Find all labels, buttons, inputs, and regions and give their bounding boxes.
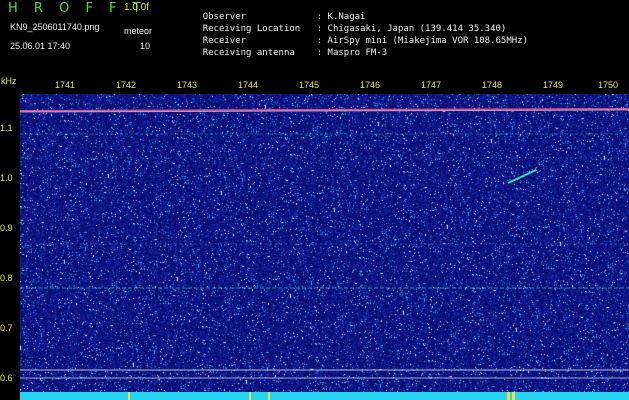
time-tick-label: 1746: [360, 80, 381, 90]
filename-label: KN9_2506011740.png: [10, 22, 100, 32]
frequency-tick-label: 0.9: [0, 223, 13, 233]
mode-label: meteor: [124, 26, 153, 36]
time-tick-label: 1748: [482, 80, 503, 90]
time-tick-label: 1750: [598, 80, 619, 90]
info-label: Receiving antenna: [202, 48, 295, 58]
frequency-tick-label: 1.1: [0, 123, 13, 133]
mode-value: 10: [140, 41, 151, 51]
signal-level-bar: [20, 392, 629, 400]
time-tick-label: 1744: [238, 80, 259, 90]
time-tick-label: 1742: [116, 80, 137, 90]
info-value: : Maspro FM-3: [316, 48, 388, 58]
signal-level-marks: [128, 392, 515, 400]
spectrogram-overlay: [20, 108, 629, 379]
spectrogram: [20, 94, 629, 400]
time-tick-label: 1741: [55, 80, 76, 90]
level-mark: [507, 392, 510, 400]
time-tick-label: 1745: [299, 80, 320, 90]
frequency-unit-label: kHz: [1, 76, 17, 86]
frequency-tick-label: 0.7: [0, 323, 13, 333]
header-panel: H R O F F T 1.0.0f KN9_2506011740.png me…: [0, 0, 629, 76]
time-tick-label: 1749: [543, 80, 564, 90]
datetime-label: 25.06.01 17:40: [10, 41, 71, 51]
frequency-tick-label: 0.6: [0, 373, 13, 383]
version-label: 1.0.0f: [124, 2, 150, 13]
frequency-tick-label: 0.8: [0, 273, 13, 283]
level-mark: [512, 392, 515, 400]
frequency-axis: kHz 1.1 1.0 0.9 0.8 0.7 0.6: [0, 76, 20, 400]
level-mark: [249, 392, 251, 400]
frequency-tick-label: 1.0: [0, 173, 13, 183]
level-mark: [128, 392, 130, 400]
info-row-antenna: Receiving antenna : Maspro FM-3: [181, 40, 387, 67]
time-tick-label: 1747: [421, 80, 442, 90]
time-tick-label: 1743: [177, 80, 198, 90]
level-mark: [268, 392, 270, 400]
time-axis: 1741 1742 1743 1744 1745 1746 1747 1748 …: [20, 78, 629, 94]
meteor-echo: [507, 169, 537, 184]
